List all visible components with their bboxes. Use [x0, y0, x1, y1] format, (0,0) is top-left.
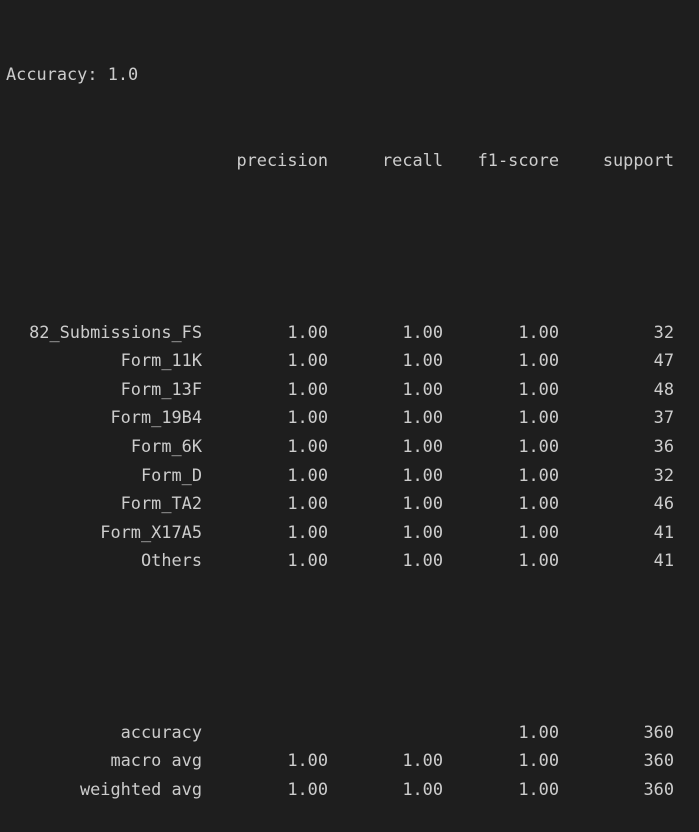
class-rows: 82_Submissions_FS 1.00 1.00 1.00 32 Form_11K 1… — [6, 318, 674, 575]
report-row: 82_Submissions_FS 1.00 1.00 1.00 32 — [6, 318, 674, 347]
row-label: 82_Submissions_FS — [29, 321, 202, 342]
support-value: 41 — [653, 550, 674, 571]
classification-report-output: Accuracy: 1.0 precision recall f1-score sup… — [6, 3, 674, 832]
summary-rows: accuracy 1.00 360 macro avg 1.00 1.00 1.00 360 w… — [6, 718, 674, 804]
precision-value: 1.00 — [287, 493, 328, 514]
recall-value: 1.00 — [402, 493, 443, 514]
precision-value: 1.00 — [287, 321, 328, 342]
recall-value: 1.00 — [402, 407, 443, 428]
support-value: 46 — [653, 493, 674, 514]
recall-value: 1.00 — [402, 750, 443, 771]
f1-score-value: 1.00 — [518, 493, 559, 514]
support-value: 41 — [653, 521, 674, 542]
header-support: support — [602, 149, 674, 170]
recall-value: 1.00 — [402, 378, 443, 399]
row-label: Form_X17A5 — [100, 521, 202, 542]
summary-row: accuracy 1.00 360 — [6, 718, 674, 747]
recall-value: 1.00 — [402, 321, 443, 342]
report-row: Form_11K 1.00 1.00 1.00 47 — [6, 346, 674, 375]
header-recall: recall — [381, 149, 443, 170]
recall-value: 1.00 — [402, 350, 443, 371]
summary-row: weighted avg 1.00 1.00 1.00 360 — [6, 775, 674, 804]
row-label: Form_11K — [120, 350, 202, 371]
row-label: macro avg — [110, 750, 202, 771]
f1-score-value: 1.00 — [518, 550, 559, 571]
f1-score-value: 1.00 — [518, 779, 559, 800]
report-row: Form_X17A5 1.00 1.00 1.00 41 — [6, 518, 674, 547]
recall-value: 1.00 — [402, 464, 443, 485]
precision-value: 1.00 — [287, 435, 328, 456]
report-row: Form_TA2 1.00 1.00 1.00 46 — [6, 489, 674, 518]
recall-value: 1.00 — [402, 550, 443, 571]
support-value: 36 — [653, 435, 674, 456]
recall-value: 1.00 — [402, 779, 443, 800]
support-value: 360 — [643, 750, 674, 771]
support-value: 47 — [653, 350, 674, 371]
header-precision: precision — [236, 149, 328, 170]
f1-score-value: 1.00 — [518, 407, 559, 428]
row-label: Form_TA2 — [120, 493, 202, 514]
header-f1-score: f1-score — [477, 149, 559, 170]
report-row: Form_6K 1.00 1.00 1.00 36 — [6, 432, 674, 461]
report-row: Form_13F 1.00 1.00 1.00 48 — [6, 375, 674, 404]
precision-value: 1.00 — [287, 750, 328, 771]
support-value: 32 — [653, 464, 674, 485]
precision-value: 1.00 — [287, 407, 328, 428]
support-value: 360 — [643, 721, 674, 742]
report-header-row: precision recall f1-score support — [6, 146, 674, 175]
support-value: 37 — [653, 407, 674, 428]
summary-row: macro avg 1.00 1.00 1.00 360 — [6, 746, 674, 775]
f1-score-value: 1.00 — [518, 721, 559, 742]
row-label: weighted avg — [79, 779, 202, 800]
f1-score-value: 1.00 — [518, 350, 559, 371]
report-row: Others 1.00 1.00 1.00 41 — [6, 546, 674, 575]
precision-value: 1.00 — [287, 378, 328, 399]
report-row: Form_D 1.00 1.00 1.00 32 — [6, 461, 674, 490]
recall-value: 1.00 — [402, 521, 443, 542]
support-value: 32 — [653, 321, 674, 342]
precision-value: 1.00 — [287, 521, 328, 542]
accuracy-line: Accuracy: 1.0 — [6, 64, 139, 85]
f1-score-value: 1.00 — [518, 435, 559, 456]
f1-score-value: 1.00 — [518, 521, 559, 542]
f1-score-value: 1.00 — [518, 378, 559, 399]
row-label: Others — [140, 550, 202, 571]
row-label: Form_13F — [120, 378, 202, 399]
f1-score-value: 1.00 — [518, 321, 559, 342]
precision-value: 1.00 — [287, 550, 328, 571]
f1-score-value: 1.00 — [518, 750, 559, 771]
f1-score-value: 1.00 — [518, 464, 559, 485]
row-label: Form_19B4 — [110, 407, 202, 428]
support-value: 360 — [643, 779, 674, 800]
row-label: Form_6K — [130, 435, 202, 456]
precision-value: 1.00 — [287, 779, 328, 800]
precision-value: 1.00 — [287, 464, 328, 485]
row-label: accuracy — [120, 721, 202, 742]
support-value: 48 — [653, 378, 674, 399]
recall-value: 1.00 — [402, 435, 443, 456]
report-row: Form_19B4 1.00 1.00 1.00 37 — [6, 403, 674, 432]
precision-value: 1.00 — [287, 350, 328, 371]
row-label: Form_D — [140, 464, 202, 485]
